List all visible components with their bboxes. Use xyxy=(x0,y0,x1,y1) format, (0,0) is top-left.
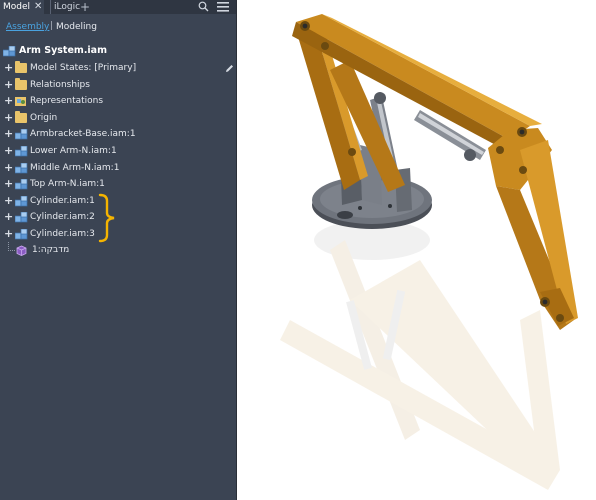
tree-connector-line xyxy=(8,242,15,251)
tree-item-origin[interactable]: + Origin xyxy=(0,110,236,126)
arm-assembly-model xyxy=(280,14,578,490)
expand-icon[interactable]: + xyxy=(4,226,13,242)
tree-item-label: Middle Arm-N.iam:1 xyxy=(30,163,120,173)
subassembly-icon xyxy=(14,162,28,174)
tree-item-label: Model States: [Primary] xyxy=(30,63,137,73)
tree-item-representations[interactable]: + Representations xyxy=(0,93,236,109)
tree-item-label: Lower Arm-N.iam:1 xyxy=(30,146,117,156)
tab-ilogic[interactable]: iLogic xyxy=(50,0,80,14)
expand-icon[interactable]: + xyxy=(4,143,13,159)
tree-item-armbracket-base[interactable]: + Armbracket-Base.iam:1 xyxy=(0,126,236,142)
model-browser-panel: Model ✕ iLogic + Assembly | Modeling Arm… xyxy=(0,0,237,500)
expand-icon[interactable]: + xyxy=(4,126,13,142)
tree-item-relationships[interactable]: + Relationships xyxy=(0,77,236,93)
representations-icon xyxy=(15,96,27,106)
expand-icon[interactable]: + xyxy=(4,160,13,176)
tree-item-top-arm[interactable]: + Top Arm-N.iam:1 xyxy=(0,176,236,192)
tab-model[interactable]: Model ✕ xyxy=(0,0,44,14)
subassembly-icon xyxy=(14,228,28,240)
model-reflection xyxy=(280,220,560,490)
tree-item-middle-arm[interactable]: + Middle Arm-N.iam:1 xyxy=(0,160,236,176)
plus-icon: + xyxy=(80,0,91,14)
part-icon xyxy=(16,245,27,262)
tab-model-label: Model xyxy=(3,2,31,12)
tree-item-label: מדבקה:1 xyxy=(32,245,70,255)
subtab-modeling[interactable]: Modeling xyxy=(56,22,97,32)
highlight-bracket xyxy=(98,193,115,243)
tab-ilogic-label: iLogic xyxy=(54,2,81,12)
expand-icon[interactable]: + xyxy=(4,93,13,109)
subassembly-icon xyxy=(14,128,28,140)
expand-icon[interactable]: + xyxy=(4,77,13,93)
browser-subtabs: Assembly | Modeling xyxy=(0,21,236,36)
edit-pencil-icon[interactable] xyxy=(225,64,234,76)
tree-item-label: Relationships xyxy=(30,80,90,90)
tree-item-label: Cylinder.iam:2 xyxy=(30,212,95,222)
tree-item-label: Representations xyxy=(30,96,104,106)
subassembly-icon xyxy=(14,178,28,190)
tree-item-lower-arm[interactable]: + Lower Arm-N.iam:1 xyxy=(0,143,236,159)
hamburger-menu-icon[interactable] xyxy=(217,2,229,16)
expand-icon[interactable]: + xyxy=(4,176,13,192)
subtab-assembly[interactable]: Assembly xyxy=(6,22,49,32)
search-icon[interactable] xyxy=(198,1,209,15)
tree-root-label: Arm System.iam xyxy=(19,45,107,56)
subassembly-icon xyxy=(14,145,28,157)
close-icon[interactable]: ✕ xyxy=(34,0,42,14)
expand-icon[interactable]: + xyxy=(4,60,13,76)
expand-icon[interactable]: + xyxy=(4,193,13,209)
add-tab-button[interactable]: + xyxy=(80,0,90,14)
browser-tab-bar: Model ✕ iLogic + xyxy=(0,0,236,14)
tree-item-label: Cylinder.iam:3 xyxy=(30,229,95,239)
folder-icon xyxy=(15,111,27,123)
tree-item-label: Cylinder.iam:1 xyxy=(30,196,95,206)
subassembly-icon xyxy=(14,211,28,223)
expand-icon[interactable]: + xyxy=(4,209,13,225)
3d-viewport[interactable] xyxy=(237,0,596,500)
tree-item-model-states[interactable]: + Model States: [Primary] xyxy=(0,60,236,76)
folder-icon xyxy=(15,61,27,73)
tree-item-decal[interactable]: מדבקה:1 xyxy=(0,242,236,258)
subassembly-icon xyxy=(14,195,28,207)
folder-icon xyxy=(15,78,27,90)
tree-item-label: Origin xyxy=(30,113,58,123)
subtab-divider: | xyxy=(50,21,54,31)
tree-item-label: Top Arm-N.iam:1 xyxy=(30,179,105,189)
tree-item-label: Armbracket-Base.iam:1 xyxy=(30,129,136,139)
expand-icon[interactable]: + xyxy=(4,110,13,126)
